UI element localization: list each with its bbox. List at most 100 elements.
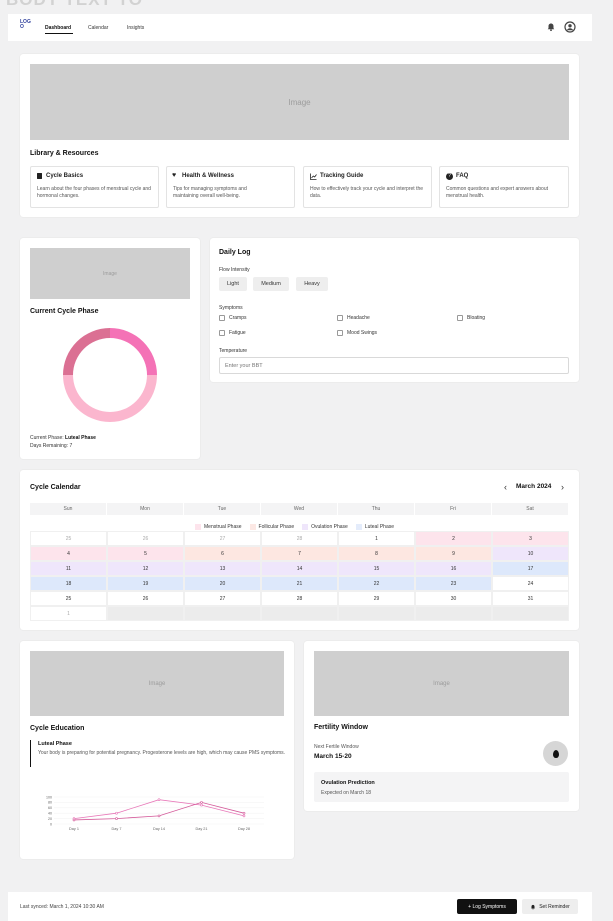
calendar-day[interactable]: 19: [107, 576, 184, 591]
prev-month-button[interactable]: ‹: [504, 482, 507, 492]
symptom-bloating[interactable]: Bloating: [457, 315, 485, 321]
donut-segment: [63, 328, 110, 375]
flow-heavy-button[interactable]: Heavy: [296, 277, 328, 291]
resource-title: Cycle Basics: [46, 173, 84, 179]
fertility-card: Image Fertility Window Next Fertile Wind…: [304, 641, 579, 811]
log-symptoms-button[interactable]: + Log Symptoms: [457, 899, 517, 914]
donut-segment: [110, 328, 157, 375]
daily-log-heading: Daily Log: [219, 249, 251, 256]
calendar-grid: Sun Mon Tue Wed Thu Fri Sat 25 26 27 28 1 2 3 4 5 6 7 8 9 10…: [30, 503, 569, 622]
legend-swatch: [302, 524, 309, 530]
weekday-label: Mon: [107, 503, 184, 515]
calendar-day[interactable]: 23: [415, 576, 492, 591]
set-reminder-label: Set Reminder: [539, 903, 570, 910]
calendar-day[interactable]: 25: [30, 591, 107, 606]
calendar-day[interactable]: 18: [30, 576, 107, 591]
weekday-label: Wed: [261, 503, 338, 515]
calendar-day[interactable]: 14: [261, 561, 338, 576]
checkbox[interactable]: [337, 315, 343, 321]
symptom-fatigue[interactable]: Fatigue: [219, 330, 246, 336]
days-remaining-value: 7: [69, 443, 73, 449]
calendar-day[interactable]: 9: [415, 546, 492, 561]
symptom-cramps[interactable]: Cramps: [219, 315, 247, 321]
calendar-day[interactable]: 13: [184, 561, 261, 576]
symptom-headache[interactable]: Headache: [337, 315, 370, 321]
calendar-day[interactable]: 8: [338, 546, 415, 561]
cycle-phase-card: Image Current Cycle Phase Current Phase:…: [20, 238, 200, 459]
resource-card-faq[interactable]: ? FAQ Common questions and expert answer…: [439, 166, 569, 208]
calendar-day[interactable]: 1: [338, 531, 415, 546]
x-tick-label: Day 14: [153, 827, 165, 831]
symptom-mood-swings[interactable]: Mood Swings: [337, 330, 377, 336]
calendar-day[interactable]: 5: [107, 546, 184, 561]
resource-desc: Learn about the four phases of menstrual…: [37, 186, 151, 199]
checkbox[interactable]: [219, 330, 225, 336]
calendar-day[interactable]: 28: [261, 591, 338, 606]
resource-card-health-wellness[interactable]: ♥ Health & Wellness Tips for managing sy…: [166, 166, 295, 208]
egg-icon: [552, 749, 559, 758]
calendar-day[interactable]: 31: [492, 591, 569, 606]
fertility-image: Image: [314, 651, 569, 716]
calendar-day[interactable]: 27: [184, 531, 261, 546]
resource-card-tracking-guide[interactable]: Tracking Guide How to effectively track …: [303, 166, 432, 208]
education-image: Image: [30, 651, 284, 716]
calendar-day[interactable]: 30: [415, 591, 492, 606]
hormone-line-chart: 02040 6080 100 Day 1 Day 7 Day 14 Day 21 Day 28: [46, 795, 264, 831]
flow-light-button[interactable]: Light: [219, 277, 247, 291]
calendar-day[interactable]: 16: [415, 561, 492, 576]
user-icon[interactable]: [564, 21, 576, 33]
fertility-indicator[interactable]: [543, 741, 568, 766]
calendar-day[interactable]: 6: [184, 546, 261, 561]
flow-medium-button[interactable]: Medium: [253, 277, 289, 291]
calendar-day: [261, 606, 338, 621]
calendar-day[interactable]: 26: [107, 531, 184, 546]
footer-bar: Last synced: March 1, 2024 10:30 AM + Lo…: [8, 892, 592, 921]
phase-info-block: Luteal Phase Your body is preparing for …: [30, 740, 285, 767]
temperature-input[interactable]: [219, 357, 569, 374]
library-card: Image Library & Resources Cycle Basics L…: [20, 54, 579, 217]
tab-insights[interactable]: Insights: [127, 25, 144, 31]
calendar-legend: Menstrual Phase Follicular Phase Ovulation…: [193, 524, 405, 531]
calendar-day[interactable]: 3: [492, 531, 569, 546]
set-reminder-button[interactable]: Set Reminder: [522, 899, 578, 914]
last-synced-text: Last synced: March 1, 2024 10:30 AM: [20, 904, 104, 910]
weekday-label: Fri: [415, 503, 492, 515]
checkbox[interactable]: [219, 315, 225, 321]
tab-dashboard[interactable]: Dashboard: [45, 25, 71, 31]
resource-card-cycle-basics[interactable]: Cycle Basics Learn about the four phases…: [30, 166, 159, 208]
resource-desc: How to effectively track your cycle and …: [310, 186, 424, 199]
calendar-day[interactable]: 25: [30, 531, 107, 546]
calendar-day[interactable]: 4: [30, 546, 107, 561]
data-point: [115, 811, 118, 815]
calendar-day[interactable]: 2: [415, 531, 492, 546]
next-month-button[interactable]: ›: [561, 482, 564, 492]
weekday-header: Sun Mon Tue Wed Thu Fri Sat: [30, 503, 569, 515]
legend-swatch: [355, 524, 362, 530]
calendar-day[interactable]: 21: [261, 576, 338, 591]
legend-label: Follicular Phase: [258, 524, 295, 531]
calendar-day: [415, 606, 492, 621]
calendar-day[interactable]: 1: [30, 606, 107, 621]
calendar-day[interactable]: 7: [261, 546, 338, 561]
calendar-day[interactable]: 29: [338, 591, 415, 606]
calendar-day[interactable]: 12: [107, 561, 184, 576]
calendar-day[interactable]: 11: [30, 561, 107, 576]
phase-info-title: Luteal Phase: [38, 741, 72, 747]
legend-label: Ovulation Phase: [311, 524, 348, 531]
calendar-day[interactable]: 24: [492, 576, 569, 591]
calendar-day[interactable]: 20: [184, 576, 261, 591]
calendar-day[interactable]: 26: [107, 591, 184, 606]
flow-intensity-label: Flow Intensity: [219, 267, 250, 273]
calendar-day[interactable]: 10: [492, 546, 569, 561]
calendar-day[interactable]: 22: [338, 576, 415, 591]
tab-calendar[interactable]: Calendar: [88, 25, 108, 31]
calendar-day[interactable]: 15: [338, 561, 415, 576]
checkbox[interactable]: [457, 315, 463, 321]
bell-icon[interactable]: [546, 22, 556, 32]
calendar-day[interactable]: 27: [184, 591, 261, 606]
logo[interactable]: LOGO: [20, 20, 34, 30]
current-phase-value: Luteal Phase: [65, 435, 96, 441]
calendar-day[interactable]: 28: [261, 531, 338, 546]
calendar-day[interactable]: 17: [492, 561, 569, 576]
checkbox[interactable]: [337, 330, 343, 336]
